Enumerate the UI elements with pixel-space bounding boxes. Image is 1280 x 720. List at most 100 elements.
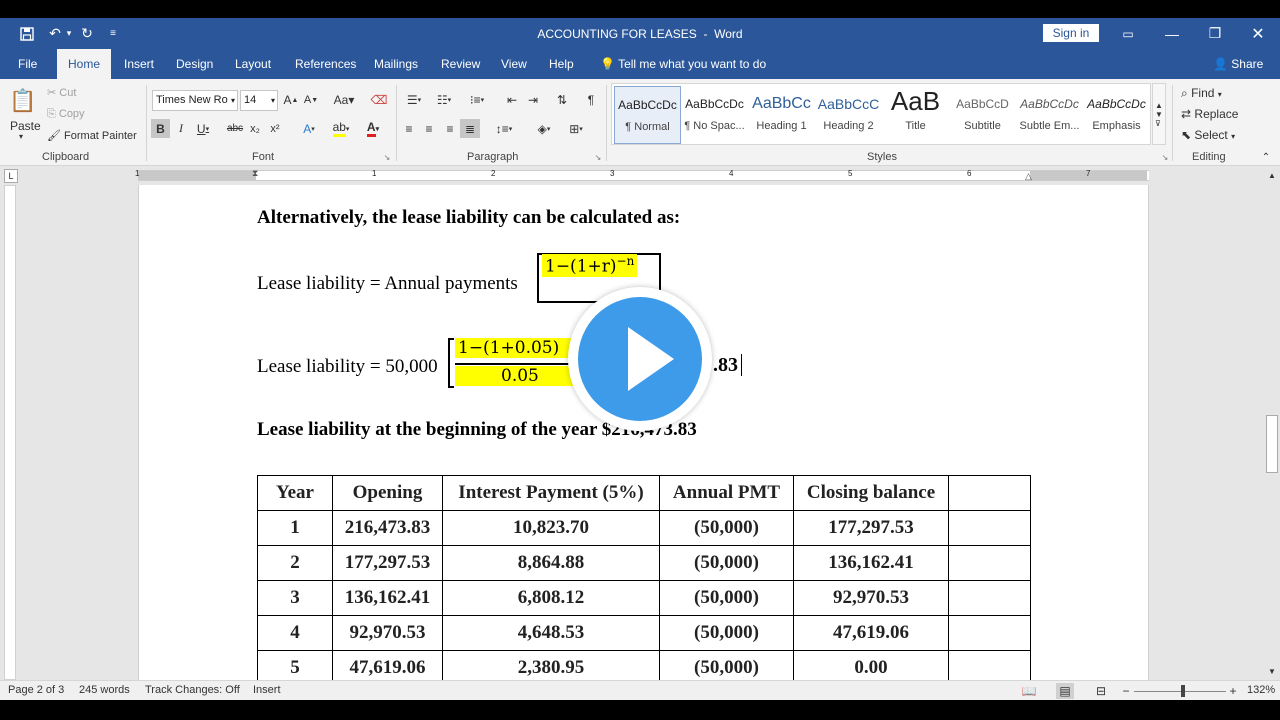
video-play-button[interactable]: [568, 287, 712, 431]
ribbon-display-icon[interactable]: ▭: [1114, 18, 1142, 49]
scrollbar-thumb[interactable]: [1266, 415, 1278, 473]
paragraph-dialog-launcher-icon[interactable]: ↘: [593, 152, 603, 162]
tell-me-search[interactable]: 💡 Tell me what you want to do: [592, 49, 774, 79]
table-cell: [948, 510, 1031, 546]
document-page[interactable]: Alternatively, the lease liability can b…: [138, 185, 1149, 680]
highlight-icon[interactable]: ab ▾: [327, 119, 355, 138]
style-heading-2[interactable]: AaBbCcC Heading 2: [815, 86, 882, 144]
align-center-icon[interactable]: ≡: [420, 119, 438, 138]
font-dialog-launcher-icon[interactable]: ↘: [382, 152, 392, 162]
tab-selector-icon[interactable]: L: [4, 169, 18, 183]
zoom-out-icon[interactable]: −: [1120, 683, 1132, 699]
tab-insert[interactable]: Insert: [116, 49, 162, 79]
grow-font-icon[interactable]: A ▲: [283, 90, 299, 110]
undo-dropdown-icon[interactable]: ▾: [64, 18, 74, 49]
text-effects-icon[interactable]: A ▾: [296, 119, 322, 138]
copy-button[interactable]: ⎘ Copy: [47, 108, 85, 121]
justify-icon[interactable]: ≣: [460, 119, 480, 138]
style-normal[interactable]: AaBbCcDc ¶ Normal: [614, 86, 681, 144]
tab-layout[interactable]: Layout: [227, 49, 279, 79]
page-count[interactable]: Page 2 of 3: [8, 684, 64, 696]
underline-icon[interactable]: U ▾: [192, 119, 214, 138]
tab-references[interactable]: References: [287, 49, 364, 79]
save-icon[interactable]: [14, 18, 40, 49]
decrease-indent-icon[interactable]: ⇤: [502, 90, 522, 110]
scroll-down-icon[interactable]: ▼: [1266, 665, 1278, 677]
right-indent-marker-icon[interactable]: △: [1025, 171, 1032, 182]
maximize-icon[interactable]: ❐: [1201, 18, 1229, 49]
indent-marker-icon[interactable]: ⧗: [252, 168, 258, 179]
vertical-ruler[interactable]: [4, 185, 16, 680]
shrink-font-icon[interactable]: A ▼: [303, 90, 319, 110]
line-spacing-icon[interactable]: ↕≡ ▾: [490, 119, 518, 138]
numbering-icon[interactable]: ☷ ▾: [430, 90, 458, 110]
shading-icon[interactable]: ◈ ▾: [530, 119, 558, 138]
show-formatting-icon[interactable]: ¶: [581, 90, 601, 110]
tab-home[interactable]: Home: [57, 49, 111, 79]
paste-dropdown-icon[interactable]: ▾: [19, 132, 23, 141]
read-mode-icon[interactable]: 📖: [1020, 683, 1038, 699]
style-subtitle[interactable]: AaBbCcD Subtitle: [949, 86, 1016, 144]
italic-icon[interactable]: I: [173, 119, 189, 138]
font-color-icon[interactable]: A ▾: [360, 119, 386, 138]
track-changes-status[interactable]: Track Changes: Off: [145, 684, 240, 696]
scroll-up-icon[interactable]: ▲: [1266, 169, 1278, 181]
web-layout-icon[interactable]: ⊟: [1092, 683, 1110, 699]
insert-mode-status[interactable]: Insert: [253, 684, 281, 696]
tab-help[interactable]: Help: [541, 49, 582, 79]
select-label: Select: [1194, 128, 1228, 142]
bold-icon[interactable]: B: [151, 119, 170, 138]
font-size-select[interactable]: 14 ▾: [240, 90, 278, 111]
print-layout-icon[interactable]: ▤: [1056, 683, 1074, 699]
select-button[interactable]: ⬉ Select ▾: [1181, 128, 1235, 142]
sign-in-button[interactable]: Sign in: [1043, 24, 1099, 42]
align-left-icon[interactable]: ≡: [400, 119, 418, 138]
strikethrough-icon[interactable]: abc: [226, 119, 244, 138]
cut-button[interactable]: ✂ Cut: [47, 86, 76, 99]
style-preview: AaBbCcDc: [618, 98, 677, 112]
tab-view[interactable]: View: [493, 49, 535, 79]
share-button[interactable]: 👤 Share: [1205, 49, 1271, 79]
minimize-icon[interactable]: —: [1158, 18, 1186, 49]
collapse-ribbon-icon[interactable]: ⌃: [1260, 151, 1272, 163]
tab-file[interactable]: File: [10, 49, 45, 79]
font-name-select[interactable]: Times New Ro ▾: [152, 90, 238, 111]
format-painter-button[interactable]: 🖌 Format Painter: [47, 129, 137, 142]
zoom-slider[interactable]: [1134, 691, 1226, 692]
style-no-spacing[interactable]: AaBbCcDc ¶ No Spac...: [681, 86, 748, 144]
zoom-slider-thumb[interactable]: [1181, 685, 1185, 697]
borders-icon[interactable]: ⊞ ▾: [562, 119, 590, 138]
horizontal-ruler[interactable]: 1 1 2 3 4 5 6 7 ⧗ △: [135, 168, 1149, 182]
customize-toolbar-icon[interactable]: ≡: [104, 18, 122, 49]
subscript-icon[interactable]: x₂: [247, 119, 263, 138]
tab-review[interactable]: Review: [433, 49, 488, 79]
redo-icon[interactable]: ↻: [76, 18, 98, 49]
align-right-icon[interactable]: ≡: [441, 119, 459, 138]
zoom-in-icon[interactable]: +: [1227, 683, 1239, 699]
paste-button[interactable]: Paste: [10, 119, 41, 133]
clear-formatting-icon[interactable]: ⌫: [369, 90, 389, 110]
superscript-icon[interactable]: x²: [267, 119, 283, 138]
bullets-icon[interactable]: ☰ ▾: [400, 90, 428, 110]
undo-icon[interactable]: ↶: [44, 18, 66, 49]
style-heading-1[interactable]: AaBbCc Heading 1: [748, 86, 815, 144]
increase-indent-icon[interactable]: ⇥: [523, 90, 543, 110]
styles-scroll-icon[interactable]: ▲ ▼ ⊽: [1152, 83, 1166, 145]
zoom-level[interactable]: 132%: [1247, 684, 1275, 696]
ruler-number: 6: [967, 169, 972, 178]
paste-icon[interactable]: 📋: [8, 85, 38, 117]
replace-button[interactable]: ⇄ Replace: [1181, 107, 1238, 121]
styles-dialog-launcher-icon[interactable]: ↘: [1160, 152, 1170, 162]
close-icon[interactable]: ✕: [1244, 18, 1272, 49]
sort-icon[interactable]: ⇅: [552, 90, 572, 110]
vertical-scrollbar[interactable]: ▲ ▼: [1264, 166, 1280, 680]
style-subtle-emphasis[interactable]: AaBbCcDc Subtle Em...: [1016, 86, 1083, 144]
change-case-icon[interactable]: Aa ▾: [330, 90, 358, 110]
tab-design[interactable]: Design: [168, 49, 221, 79]
tab-mailings[interactable]: Mailings: [366, 49, 426, 79]
multilevel-list-icon[interactable]: ⁝≡ ▾: [462, 90, 492, 110]
style-title[interactable]: AaB Title: [882, 86, 949, 144]
style-emphasis[interactable]: AaBbCcDc Emphasis: [1083, 86, 1150, 144]
find-button[interactable]: ⌕ Find ▾: [1181, 86, 1222, 101]
word-count[interactable]: 245 words: [79, 684, 130, 696]
